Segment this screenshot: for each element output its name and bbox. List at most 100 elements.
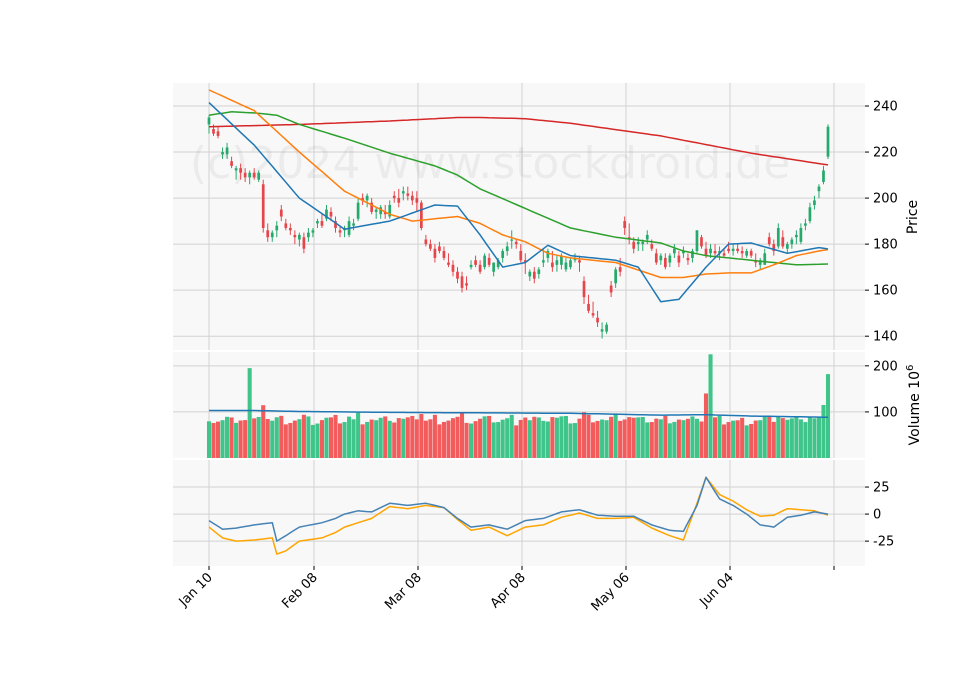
volume-bar (243, 420, 248, 458)
candle-body (302, 237, 306, 249)
candle-body (813, 200, 816, 205)
volume-bar (726, 422, 731, 458)
volume-bar (283, 424, 288, 458)
candle-body (352, 223, 355, 226)
volume-bar (496, 422, 501, 458)
candle-body (600, 329, 604, 332)
volume-bar (812, 418, 817, 458)
candle-body (442, 251, 446, 258)
candle-body (582, 280, 586, 298)
volume-bar (405, 417, 410, 458)
candle-body (781, 237, 785, 247)
candle-body (420, 202, 423, 229)
candle-body (397, 198, 401, 203)
volume-bar (342, 422, 347, 458)
price-panel-bg (173, 83, 865, 350)
volume-bar (550, 417, 555, 458)
candle-body (749, 251, 753, 256)
volume-bar (803, 422, 808, 458)
candle-body (307, 232, 310, 238)
volume-bar (225, 416, 230, 458)
candle-body (618, 267, 622, 272)
volume-bar (636, 417, 641, 458)
volume-axis-label: Volume 106 (905, 365, 923, 446)
candle-body (424, 239, 428, 245)
volume-bar (699, 421, 704, 458)
candle-body (293, 234, 297, 238)
volume-bar (315, 423, 320, 458)
volume-bar (500, 419, 505, 458)
volume-bar (414, 419, 419, 458)
candle-body (356, 202, 360, 219)
volume-bar (731, 420, 736, 458)
volume-bar (396, 418, 401, 458)
volume-bar (261, 405, 266, 458)
candle-body (654, 253, 658, 263)
candle-body (338, 230, 342, 233)
volume-bar (509, 414, 514, 458)
candle-body (311, 230, 315, 233)
volume-bar (365, 421, 370, 458)
candle-body (641, 241, 645, 245)
volume-bar (211, 422, 216, 458)
volume-bar (807, 416, 812, 458)
candle-body (478, 264, 482, 272)
volume-bar (789, 418, 794, 458)
volume-bar (491, 422, 496, 458)
candle-body (465, 283, 468, 286)
candle-body (230, 161, 233, 166)
volume-bar (319, 420, 324, 458)
volume-bar (369, 419, 374, 458)
volume-bar (247, 368, 252, 458)
candle-body (790, 239, 794, 245)
volume-bar (740, 417, 745, 458)
candle-body (686, 257, 690, 261)
volume-bar (554, 417, 559, 458)
candle-body (668, 255, 672, 263)
volume-bar (229, 417, 234, 458)
candle-body (609, 285, 613, 293)
candle-body (329, 211, 333, 217)
volume-bar (337, 423, 343, 458)
volume-bar (722, 424, 727, 458)
volume-bar (708, 354, 713, 458)
volume-bar (703, 393, 709, 458)
candle-body (636, 241, 640, 245)
volume-bar (581, 412, 587, 458)
candle-body (392, 195, 396, 199)
volume-bar (685, 418, 690, 458)
candle-body (275, 225, 279, 231)
candle-body (650, 244, 654, 249)
candle-body (316, 221, 319, 224)
volume-bar (306, 416, 311, 458)
candle-body (804, 223, 807, 226)
candle-body (284, 223, 288, 229)
candle-body (510, 239, 514, 241)
candle-body (433, 248, 437, 258)
volume-bar (238, 420, 243, 458)
volume-bar (825, 374, 831, 458)
price-axis-tick-label: 200 (873, 192, 898, 207)
candle-body (225, 147, 229, 155)
volume-bar (356, 412, 361, 458)
candle-body (429, 244, 432, 249)
candle-body (469, 264, 473, 268)
volume-bar (392, 422, 397, 458)
candle-body (505, 246, 509, 252)
candle-body (767, 237, 771, 245)
volume-bar (401, 418, 406, 458)
volume-bar (274, 417, 279, 458)
volume-bar (744, 425, 749, 458)
volume-bar (658, 419, 663, 458)
candle-body (252, 172, 256, 178)
oscillator-axis-tick-label: 0 (873, 508, 881, 523)
volume-bar (821, 405, 826, 458)
candle-body (279, 209, 283, 217)
candle-body (216, 131, 220, 136)
volume-bar (428, 419, 433, 458)
candle-body (451, 264, 455, 272)
volume-bar (206, 421, 212, 458)
candle-body (492, 262, 496, 272)
candle-body (365, 195, 369, 201)
volume-bar (464, 422, 469, 458)
